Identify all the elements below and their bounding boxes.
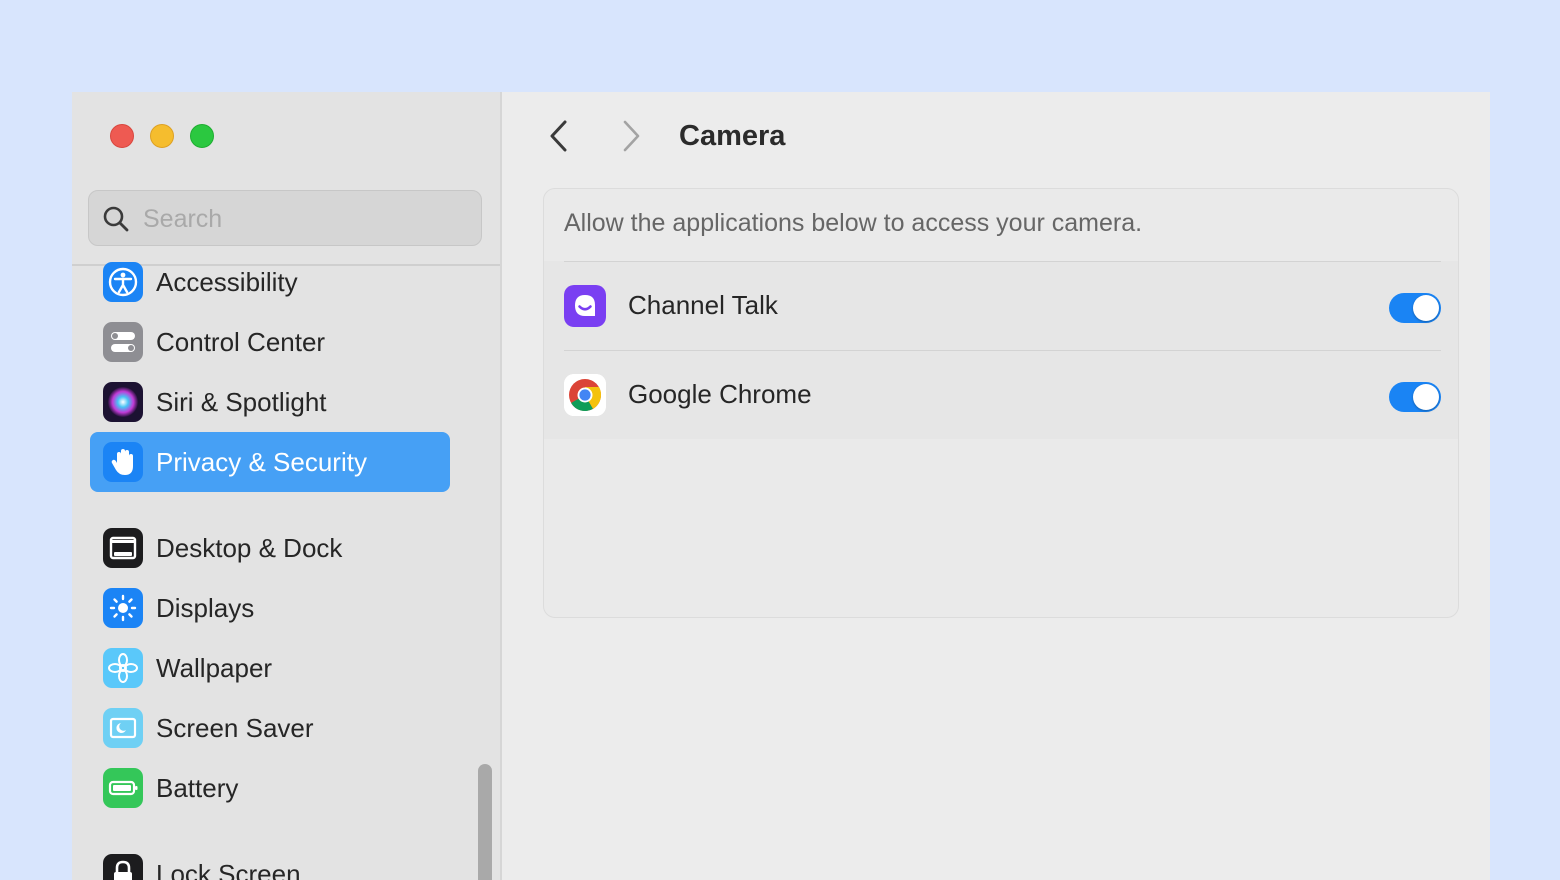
zoom-window-button[interactable]: [190, 124, 214, 148]
sidebar-item-label: Accessibility: [156, 267, 298, 297]
sidebar-item-label: Control Center: [156, 327, 326, 357]
sidebar-item-siri-spotlight[interactable]: Siri & Spotlight: [90, 372, 450, 432]
siri-icon: [103, 382, 143, 422]
toggle-knob: [1413, 295, 1439, 321]
main-content: Camera Allow the applications below to a…: [502, 92, 1490, 880]
sidebar-item-label: Screen Saver: [156, 713, 314, 743]
page-title: Camera: [679, 120, 786, 152]
app-name: Google Chrome: [628, 379, 812, 409]
hand-icon: [103, 442, 143, 482]
minimize-window-button[interactable]: [150, 124, 174, 148]
sidebar-item-wallpaper[interactable]: Wallpaper: [90, 638, 450, 698]
control-center-icon: [103, 322, 143, 362]
wallpaper-icon: [103, 648, 143, 688]
sidebar-item-control-center[interactable]: Control Center: [90, 312, 450, 372]
sidebar-item-label: Privacy & Security: [156, 447, 367, 477]
settings-window: Accessibility Control Center: [72, 92, 1490, 880]
sidebar-item-accessibility[interactable]: Accessibility: [90, 252, 450, 312]
sidebar-item-label: Displays: [156, 593, 255, 623]
sidebar-item-privacy-security[interactable]: Privacy & Security: [90, 432, 450, 492]
sidebar-item-lock-screen[interactable]: Lock Screen: [90, 844, 450, 880]
toggle-knob: [1413, 384, 1439, 410]
panel-description: Allow the applications below to access y…: [564, 209, 1143, 237]
accessibility-icon: [103, 262, 143, 302]
sidebar: Accessibility Control Center: [72, 92, 502, 880]
chrome-icon: [564, 374, 606, 416]
search-icon: [103, 206, 129, 232]
sidebar-item-desktop-dock[interactable]: Desktop & Dock: [90, 518, 450, 578]
sidebar-item-label: Desktop & Dock: [156, 533, 343, 563]
channel-talk-icon: [564, 285, 606, 327]
screen-saver-icon: [103, 708, 143, 748]
app-row-google-chrome: Google Chrome: [544, 350, 1458, 439]
app-name: Channel Talk: [628, 290, 778, 320]
close-window-button[interactable]: [110, 124, 134, 148]
sidebar-item-battery[interactable]: Battery: [90, 758, 450, 818]
search-field[interactable]: [88, 190, 482, 247]
search-input[interactable]: [141, 191, 465, 247]
sidebar-item-label: Lock Screen: [156, 859, 301, 880]
back-button[interactable]: [546, 118, 572, 154]
sidebar-scrollbar[interactable]: [478, 764, 492, 880]
sidebar-item-label: Wallpaper: [156, 653, 273, 683]
sidebar-item-label: Battery: [156, 773, 239, 803]
lock-icon: [103, 854, 143, 880]
battery-icon: [103, 768, 143, 808]
sidebar-item-label: Siri & Spotlight: [156, 387, 327, 417]
camera-permissions-panel: Allow the applications below to access y…: [543, 188, 1459, 618]
forward-button[interactable]: [618, 118, 644, 154]
channel-talk-toggle[interactable]: [1389, 293, 1441, 323]
app-list: Channel Talk Google Chrome: [544, 261, 1458, 439]
desktop-dock-icon: [103, 528, 143, 568]
sidebar-item-screen-saver[interactable]: Screen Saver: [90, 698, 450, 758]
google-chrome-toggle[interactable]: [1389, 382, 1441, 412]
app-row-channel-talk: Channel Talk: [544, 261, 1458, 350]
sidebar-item-displays[interactable]: Displays: [90, 578, 450, 638]
displays-icon: [103, 588, 143, 628]
